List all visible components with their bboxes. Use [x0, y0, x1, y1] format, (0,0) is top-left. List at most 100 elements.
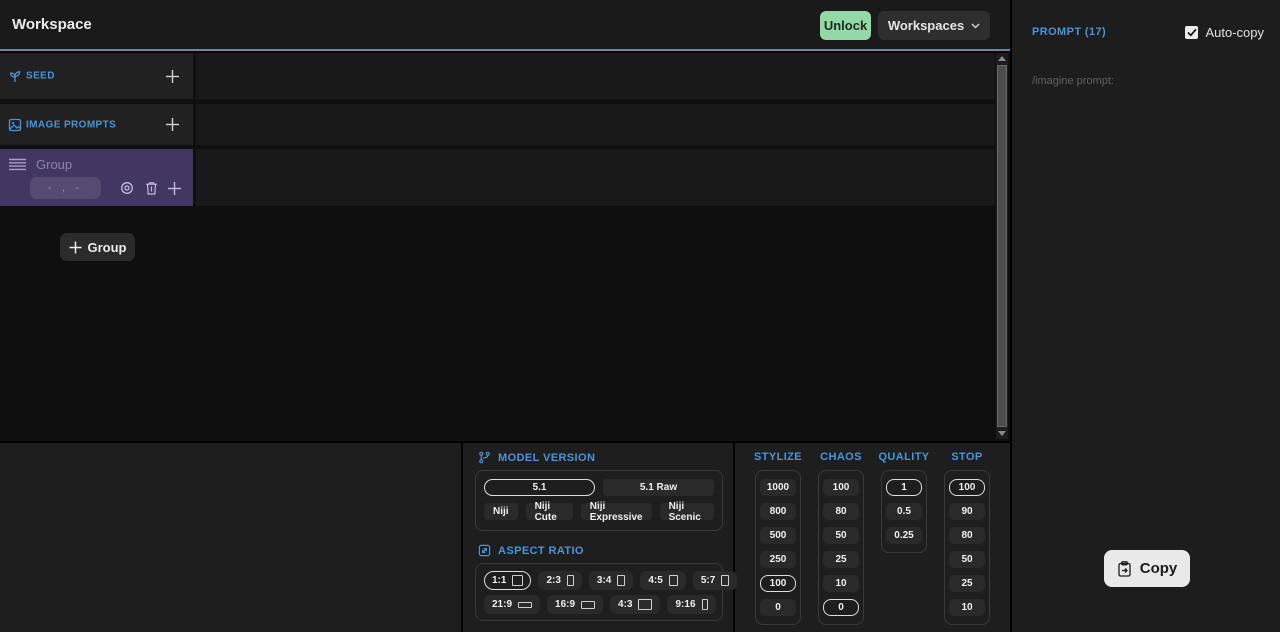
stop-header: STOP	[944, 451, 990, 463]
scrollbar-thumb[interactable]	[997, 65, 1007, 427]
workspaces-label: Workspaces	[888, 18, 964, 33]
ratio-shape-icon	[721, 575, 729, 586]
chaos-option-label: 100	[833, 482, 850, 493]
trash-icon[interactable]	[143, 177, 159, 199]
divider	[461, 443, 463, 632]
aspect-ratio-option[interactable]: 21:9	[484, 595, 540, 614]
aspect-ratio-option[interactable]: 9:16	[667, 595, 715, 614]
unlock-button[interactable]: Unlock	[820, 11, 871, 40]
stylize-option-label: 800	[770, 506, 787, 517]
stop-option[interactable]: 100	[949, 479, 985, 496]
seed-track[interactable]	[196, 53, 995, 99]
autocopy-toggle[interactable]: Auto-copy	[1185, 25, 1264, 40]
plus-icon[interactable]	[166, 177, 182, 199]
add-image-prompt-button[interactable]	[161, 114, 183, 136]
quality-option[interactable]: 1	[886, 479, 922, 496]
group-track[interactable]	[196, 149, 995, 206]
stop-option-label: 80	[961, 530, 972, 541]
add-group-button[interactable]: Group	[60, 233, 135, 261]
workspaces-dropdown[interactable]: Workspaces	[878, 11, 990, 40]
stylize-option[interactable]: 800	[760, 503, 796, 520]
group-weights-input[interactable]: - , -	[30, 177, 101, 199]
aspect-ratio-label: ASPECT RATIO	[498, 545, 584, 557]
quality-option[interactable]: 0.25	[886, 527, 922, 544]
ratio-shape-icon	[581, 601, 595, 609]
chaos-option[interactable]: 100	[823, 479, 859, 496]
checkbox-checked-icon[interactable]	[1185, 26, 1198, 39]
prompt-panel: PROMPT (17) Auto-copy /imagine prompt: C…	[1010, 0, 1280, 632]
seed-row-header: SEED	[0, 53, 193, 99]
chaos-option-label: 50	[835, 530, 846, 541]
chaos-option[interactable]: 50	[823, 527, 859, 544]
unlock-button-label: Unlock	[824, 18, 867, 33]
stop-option[interactable]: 90	[949, 503, 985, 520]
group-name-label[interactable]: Group	[36, 157, 72, 172]
model-version-option-label: Niji Scenic	[669, 501, 705, 523]
model-version-options: 5.1 5.1 Raw Niji Niji Cute Niji Expressive Ni…	[475, 470, 723, 531]
stop-column: STOP1009080502510	[944, 443, 990, 463]
aspect-ratio-option[interactable]: 16:9	[547, 595, 603, 614]
model-version-option-label: 5.1	[533, 482, 547, 493]
aspect-ratio-option-label: 1:1	[492, 575, 506, 586]
aspect-ratio-option[interactable]: 5:7	[693, 571, 737, 590]
model-version-option[interactable]: 5.1 Raw	[603, 479, 714, 496]
chaos-option-label: 25	[835, 554, 846, 565]
chaos-option[interactable]: 80	[823, 503, 859, 520]
aspect-ratio-option[interactable]: 1:1	[484, 571, 531, 590]
stylize-option-label: 1000	[767, 482, 789, 493]
stop-option[interactable]: 10	[949, 599, 985, 616]
chaos-option-label: 10	[835, 578, 846, 589]
aspect-ratio-option[interactable]: 3:4	[589, 571, 633, 590]
aspect-ratio-option[interactable]: 4:3	[610, 595, 660, 614]
stylize-option[interactable]: 100	[760, 575, 796, 592]
stylize-option[interactable]: 0	[760, 599, 796, 616]
ratio-shape-icon	[638, 599, 652, 610]
model-version-option[interactable]: Niji Expressive	[581, 503, 652, 520]
chaos-option[interactable]: 0	[823, 599, 859, 616]
chaos-column: CHAOS100805025100	[818, 443, 864, 463]
image-prompts-row-header: IMAGE PROMPTS	[0, 104, 193, 145]
chaos-options: 100805025100	[818, 470, 864, 625]
stylize-option[interactable]: 1000	[760, 479, 796, 496]
add-group-label: Group	[88, 240, 127, 255]
model-version-option[interactable]: Niji Cute	[526, 503, 573, 520]
image-prompts-track[interactable]	[196, 104, 995, 145]
scroll-down-arrow[interactable]	[996, 428, 1008, 439]
copy-button[interactable]: Copy	[1104, 550, 1190, 587]
aspect-ratio-option[interactable]: 2:3	[538, 571, 581, 590]
drag-handle-icon[interactable]	[9, 158, 26, 171]
add-seed-button[interactable]	[161, 65, 183, 87]
stylize-options: 10008005002501000	[755, 470, 801, 625]
stop-option[interactable]: 25	[949, 575, 985, 592]
quality-option-label: 0.25	[894, 530, 913, 541]
target-icon[interactable]	[119, 177, 135, 199]
seed-label: SEED	[26, 71, 55, 82]
stop-option-label: 10	[961, 602, 972, 613]
model-version-option-label: 5.1 Raw	[640, 482, 677, 493]
model-version-option[interactable]: Niji Scenic	[660, 503, 714, 520]
model-version-option[interactable]: Niji	[484, 503, 518, 520]
model-version-header: MODEL VERSION	[478, 451, 595, 464]
plus-icon	[69, 241, 82, 254]
stop-option-label: 100	[959, 482, 976, 493]
aspect-ratio-option[interactable]: 4:5	[640, 571, 685, 590]
ratio-shape-icon	[702, 599, 708, 610]
chaos-option[interactable]: 25	[823, 551, 859, 568]
stop-option-label: 50	[961, 554, 972, 565]
expand-icon	[478, 544, 491, 557]
model-version-option[interactable]: 5.1	[484, 479, 595, 496]
settings-panel: MODEL VERSION 5.1 5.1 Raw Niji Niji Cute Nij…	[0, 443, 1010, 632]
model-version-option-label: Niji Cute	[535, 501, 564, 523]
quality-option-label: 1	[901, 482, 907, 493]
chaos-option[interactable]: 10	[823, 575, 859, 592]
chevron-down-icon	[971, 23, 980, 29]
vertical-scrollbar[interactable]	[996, 53, 1008, 439]
scroll-up-arrow[interactable]	[996, 53, 1008, 64]
quality-option[interactable]: 0.5	[886, 503, 922, 520]
aspect-ratio-option-label: 3:4	[597, 575, 611, 586]
stylize-option[interactable]: 500	[760, 527, 796, 544]
stop-option[interactable]: 80	[949, 527, 985, 544]
stop-option[interactable]: 50	[949, 551, 985, 568]
stylize-option[interactable]: 250	[760, 551, 796, 568]
aspect-ratio-option-label: 16:9	[555, 599, 575, 610]
